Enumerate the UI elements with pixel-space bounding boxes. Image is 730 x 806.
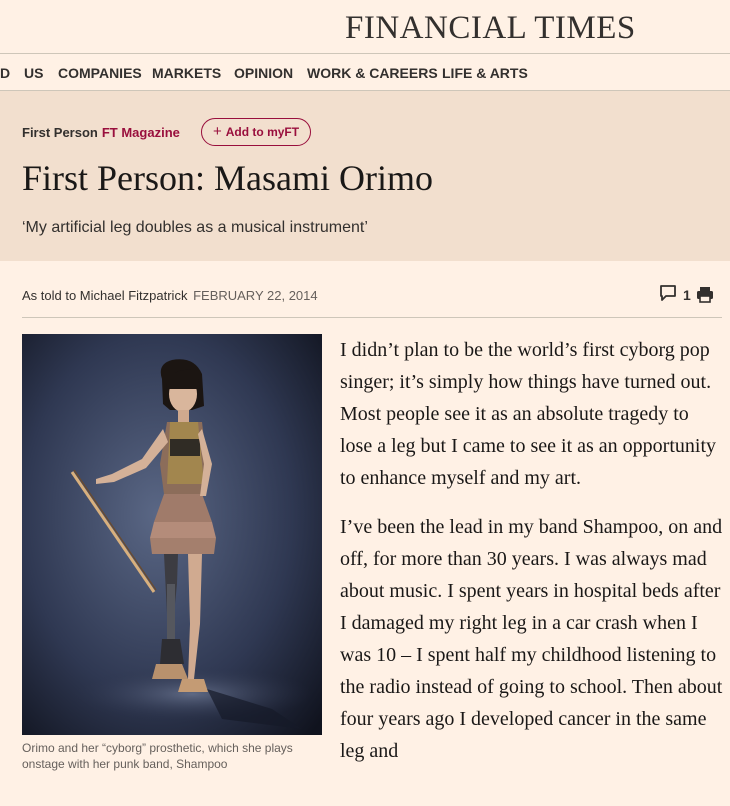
brand-logo[interactable]: FINANCIAL TIMES: [345, 10, 636, 47]
comments-link[interactable]: 1: [659, 284, 691, 307]
comment-count: 1: [683, 287, 691, 303]
article-kicker: First Person FT Magazine: [22, 125, 180, 140]
nav-item-companies[interactable]: COMPANIES: [58, 65, 142, 81]
main-nav: D US COMPANIES MARKETS OPINION WORK & CA…: [0, 54, 730, 91]
body-paragraph: I didn’t plan to be the world’s first cy…: [340, 339, 717, 489]
article-photo: [22, 334, 322, 735]
divider: [22, 317, 722, 318]
page-title: First Person: Masami Orimo: [22, 158, 433, 198]
nav-item-world[interactable]: D: [0, 65, 10, 81]
nav-item-us[interactable]: US: [24, 65, 43, 81]
nav-item-work-careers[interactable]: WORK & CAREERS: [307, 65, 438, 81]
publish-date: FEBRUARY 22, 2014: [193, 288, 318, 303]
photo-caption: Orimo and her “cyborg” prosthetic, which…: [22, 741, 293, 771]
comment-icon: [659, 284, 677, 307]
body-paragraph: I’ve been the lead in my band Shampoo, o…: [340, 516, 723, 762]
nav-item-markets[interactable]: MARKETS: [152, 65, 221, 81]
nav-item-opinion[interactable]: OPINION: [234, 65, 293, 81]
article-header: First Person FT Magazine + Add to myFT Fir…: [0, 91, 730, 261]
standfirst: ‘My artificial leg doubles as a musical …: [22, 219, 368, 236]
kicker-first-person[interactable]: First Person: [22, 125, 98, 140]
article-body: I didn’t plan to be the world’s first cy…: [340, 334, 725, 784]
byline-author: As told to Michael Fitzpatrick: [22, 288, 188, 303]
add-to-myft-label: Add to myFT: [225, 125, 300, 139]
kicker-ft-magazine[interactable]: FT Magazine: [102, 125, 180, 140]
print-icon[interactable]: [696, 286, 714, 308]
nav-item-life-arts[interactable]: LIFE & ARTS: [442, 65, 528, 81]
masthead: FINANCIAL TIMES: [0, 0, 730, 54]
byline: As told to Michael Fitzpatrick FEBRUARY …: [22, 288, 318, 303]
add-to-myft-button[interactable]: + Add to myFT: [201, 118, 312, 146]
plus-icon: +: [213, 123, 222, 140]
